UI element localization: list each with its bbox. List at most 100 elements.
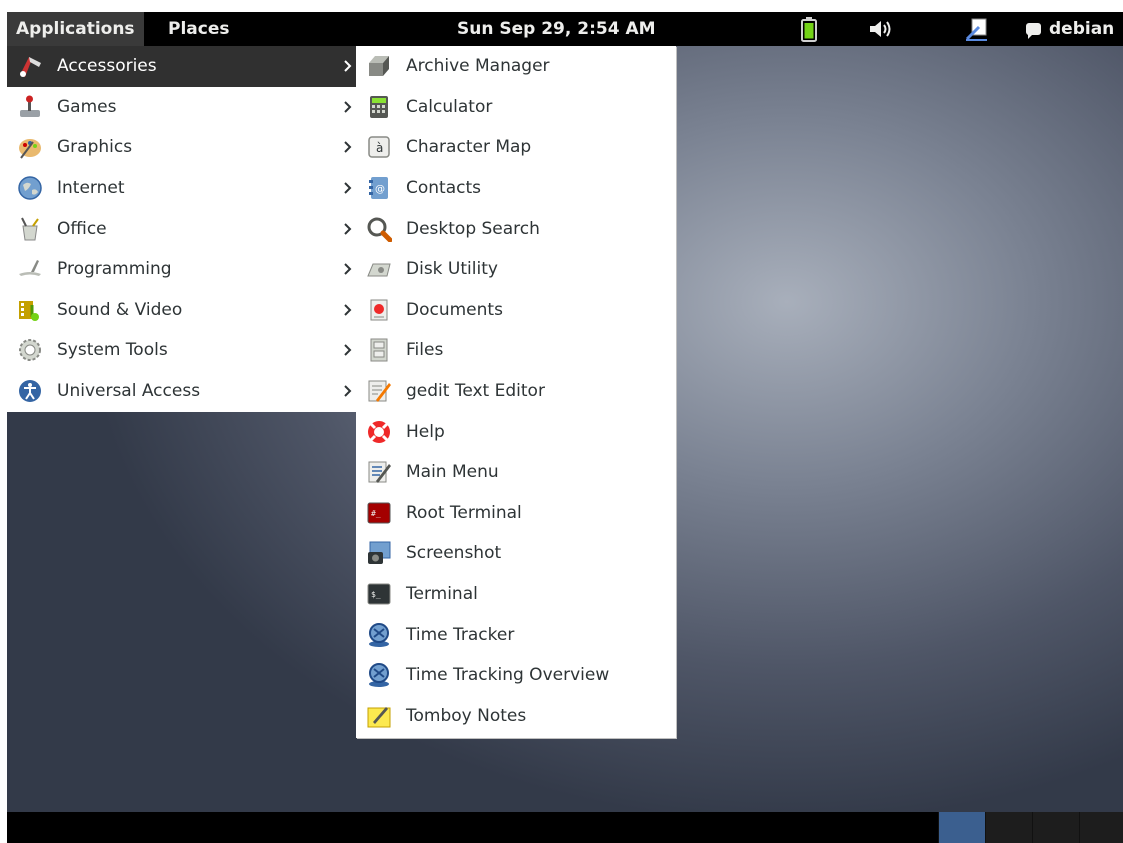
workspace-2[interactable] bbox=[985, 812, 1032, 843]
menu-item-internet[interactable]: Internet bbox=[7, 168, 357, 209]
text-editor-icon bbox=[366, 378, 392, 404]
menu-item-time-tracker[interactable]: Time Tracker bbox=[356, 614, 676, 655]
menu-item-main-menu[interactable]: Main Menu bbox=[356, 452, 676, 493]
menu-item-label: System Tools bbox=[57, 340, 168, 361]
chevron-right-icon bbox=[343, 330, 353, 371]
menu-item-graphics[interactable]: Graphics bbox=[7, 127, 357, 168]
battery-icon[interactable] bbox=[797, 12, 821, 46]
menu-item-label: Character Map bbox=[406, 137, 532, 158]
menu-item-label: Terminal bbox=[406, 584, 478, 605]
system-tools-icon bbox=[17, 337, 43, 363]
workspace-3[interactable] bbox=[1032, 812, 1079, 843]
chevron-right-icon bbox=[343, 290, 353, 331]
chevron-right-icon bbox=[343, 168, 353, 209]
desktop-search-icon bbox=[366, 216, 392, 242]
menu-item-label: Documents bbox=[406, 299, 503, 320]
time-tracking-overview-icon bbox=[366, 662, 392, 688]
menu-item-label: gedit Text Editor bbox=[406, 381, 545, 402]
menu-item-label: Main Menu bbox=[406, 462, 499, 483]
menu-item-terminal[interactable]: $_ Terminal bbox=[356, 574, 676, 615]
menu-item-files[interactable]: Files bbox=[356, 330, 676, 371]
menu-item-time-tracking-overview[interactable]: Time Tracking Overview bbox=[356, 655, 676, 696]
menu-item-programming[interactable]: Programming bbox=[7, 249, 357, 290]
menu-item-label: Desktop Search bbox=[406, 218, 540, 239]
chevron-right-icon bbox=[343, 371, 353, 412]
menu-item-label: Archive Manager bbox=[406, 56, 550, 77]
menu-item-label: Graphics bbox=[57, 137, 133, 158]
games-icon bbox=[17, 94, 43, 120]
menu-item-screenshot[interactable]: Screenshot bbox=[356, 533, 676, 574]
menu-item-label: Root Terminal bbox=[406, 502, 522, 523]
chat-bubble-icon bbox=[1026, 23, 1041, 39]
menu-item-label: Contacts bbox=[406, 178, 481, 199]
clock[interactable]: Sun Sep 29, 2:54 AM bbox=[448, 12, 665, 46]
menu-item-documents[interactable]: Documents bbox=[356, 290, 676, 331]
tomboy-notes-icon bbox=[366, 703, 392, 729]
menu-item-label: Files bbox=[406, 340, 444, 361]
accessories-submenu: Archive Manager Calculator à Character M… bbox=[356, 46, 676, 738]
menu-item-label: Programming bbox=[57, 259, 172, 280]
menu-item-universal-access[interactable]: Universal Access bbox=[7, 371, 357, 412]
menu-item-label: Internet bbox=[57, 178, 125, 199]
svg-text:@: @ bbox=[375, 184, 385, 195]
workspace-1[interactable] bbox=[938, 812, 985, 843]
menu-item-label: Disk Utility bbox=[406, 259, 498, 280]
root-terminal-icon: #_ bbox=[366, 500, 392, 526]
workspace-4[interactable] bbox=[1079, 812, 1123, 843]
accessories-icon bbox=[17, 53, 43, 79]
menu-item-label: Accessories bbox=[57, 56, 157, 77]
applications-menu-button[interactable]: Applications bbox=[7, 12, 144, 46]
screenshot-icon bbox=[366, 540, 392, 566]
main-menu-icon bbox=[366, 459, 392, 485]
chevron-right-icon bbox=[343, 127, 353, 168]
menu-item-calculator[interactable]: Calculator bbox=[356, 87, 676, 128]
menu-item-gedit-text-editor[interactable]: gedit Text Editor bbox=[356, 371, 676, 412]
help-icon bbox=[366, 419, 392, 445]
documents-icon bbox=[366, 297, 392, 323]
menu-item-archive-manager[interactable]: Archive Manager bbox=[356, 46, 676, 87]
top-panel: Applications Places Sun Sep 29, 2:54 AM … bbox=[7, 12, 1123, 46]
menu-item-disk-utility[interactable]: Disk Utility bbox=[356, 249, 676, 290]
calculator-icon bbox=[366, 94, 392, 120]
files-icon bbox=[366, 337, 392, 363]
menu-item-system-tools[interactable]: System Tools bbox=[7, 330, 357, 371]
chevron-right-icon bbox=[343, 208, 353, 249]
applications-menu: Accessories Games Graphics Internet Offi… bbox=[7, 46, 357, 412]
terminal-icon: $_ bbox=[366, 581, 392, 607]
menu-item-label: Office bbox=[57, 218, 107, 239]
archive-manager-icon bbox=[366, 53, 392, 79]
menu-item-desktop-search[interactable]: Desktop Search bbox=[356, 208, 676, 249]
menu-item-root-terminal[interactable]: #_ Root Terminal bbox=[356, 493, 676, 534]
places-menu-button[interactable]: Places bbox=[159, 12, 238, 46]
graphics-icon bbox=[17, 134, 43, 160]
sound-video-icon bbox=[17, 297, 43, 323]
menu-item-accessories[interactable]: Accessories bbox=[7, 46, 357, 87]
chevron-right-icon bbox=[343, 87, 353, 128]
menu-item-character-map[interactable]: à Character Map bbox=[356, 127, 676, 168]
menu-item-label: Help bbox=[406, 421, 445, 442]
contacts-icon: @ bbox=[366, 175, 392, 201]
user-menu-button[interactable]: debian bbox=[1017, 12, 1123, 46]
programming-icon bbox=[17, 256, 43, 282]
menu-item-games[interactable]: Games bbox=[7, 87, 357, 128]
menu-item-sound-video[interactable]: Sound & Video bbox=[7, 290, 357, 331]
menu-item-office[interactable]: Office bbox=[7, 208, 357, 249]
universal-access-icon bbox=[17, 378, 43, 404]
internet-icon bbox=[17, 175, 43, 201]
menu-item-help[interactable]: Help bbox=[356, 411, 676, 452]
menu-item-label: Time Tracking Overview bbox=[406, 665, 610, 686]
menu-item-contacts[interactable]: @ Contacts bbox=[356, 168, 676, 209]
menu-item-label: Games bbox=[57, 96, 117, 117]
user-pen-icon[interactable] bbox=[962, 12, 992, 46]
disk-utility-icon bbox=[366, 256, 392, 282]
volume-icon[interactable] bbox=[865, 12, 899, 46]
time-tracker-icon bbox=[366, 622, 392, 648]
menu-item-label: Screenshot bbox=[406, 543, 502, 564]
character-map-icon: à bbox=[366, 134, 392, 160]
menu-item-label: Time Tracker bbox=[406, 624, 515, 645]
chevron-right-icon bbox=[343, 249, 353, 290]
chevron-right-icon bbox=[343, 46, 353, 87]
menu-item-tomboy-notes[interactable]: Tomboy Notes bbox=[356, 696, 676, 737]
menu-item-label: Universal Access bbox=[57, 381, 201, 402]
svg-text:à: à bbox=[376, 141, 383, 155]
